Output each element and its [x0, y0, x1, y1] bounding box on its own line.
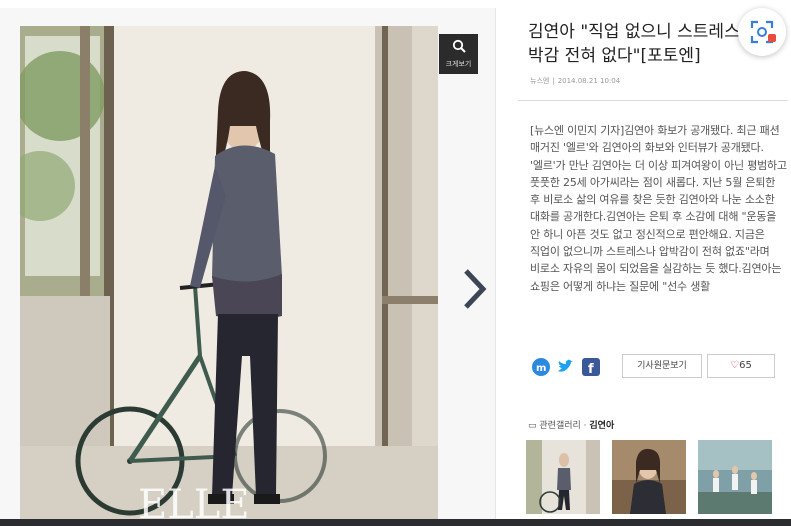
zoom-label: 크게보기	[445, 60, 472, 68]
twitter-icon[interactable]	[556, 358, 574, 376]
chevron-right-icon[interactable]	[459, 265, 489, 313]
heart-icon: ♡	[730, 360, 740, 371]
like-button[interactable]: ♡65	[707, 354, 775, 378]
photo-gallery: ELLE 크게보기	[0, 8, 496, 520]
original-article-button[interactable]: 기사원문보기	[622, 354, 702, 378]
related-keyword: 김연아	[589, 421, 615, 431]
related-thumbnail[interactable]	[698, 440, 772, 514]
article-meta: 뉴스엔 | 2014.08.21 10:04	[530, 77, 621, 85]
gallery-icon: ▭	[528, 421, 537, 431]
related-gallery-header: ▭ 관련갤러리 · 김연아	[528, 421, 615, 431]
related-thumbnail[interactable]	[612, 440, 686, 514]
related-label: 관련갤러리	[539, 421, 581, 431]
photo-image: ELLE	[20, 26, 438, 520]
article-datetime: 2014.08.21 10:04	[557, 77, 621, 85]
screenshot-tool-button[interactable]	[738, 8, 786, 56]
related-thumbnail[interactable]	[526, 440, 600, 514]
article-source: 뉴스엔	[530, 77, 550, 85]
article-body: [뉴스엔 이민지 기자]김연아 화보가 공개됐다. 최근 패션 매거진 '엘르'…	[530, 124, 787, 293]
related-thumbnails	[526, 440, 786, 516]
elle-logo: ELLE	[138, 482, 250, 520]
svg-text:m: m	[536, 363, 546, 374]
bottom-bar	[0, 519, 791, 526]
like-count: 65	[739, 360, 752, 371]
gallery-photo[interactable]: ELLE	[20, 26, 438, 520]
article-panel: 김연아 "직업 없으니 스트레스·압박감 전혀 없다"[포토엔] 뉴스엔 | 201…	[510, 8, 791, 520]
article-title: 김연아 "직업 없으니 스트레스·압박감 전혀 없다"[포토엔]	[528, 22, 761, 66]
me2day-icon[interactable]: m	[532, 358, 550, 376]
zoom-button[interactable]: 크게보기	[439, 34, 478, 74]
svg-text:f: f	[588, 362, 594, 376]
search-icon	[439, 37, 478, 59]
facebook-icon[interactable]: f	[582, 358, 600, 377]
scan-icon	[750, 20, 776, 44]
divider	[518, 100, 788, 101]
